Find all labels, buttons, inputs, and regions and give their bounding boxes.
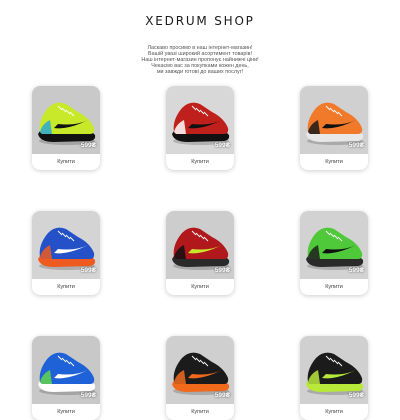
buy-button[interactable]: Купити (32, 154, 100, 170)
shop-header: XEDRUM SHOP Ласкаво просимо в наш інтерн… (0, 10, 400, 75)
product-price: 599₴ (214, 392, 230, 399)
product-price: 599₴ (348, 142, 364, 149)
product-card[interactable]: 599₴ Купити (166, 86, 234, 170)
shop-title: XEDRUM SHOP (145, 14, 255, 28)
product-price: 599₴ (80, 142, 96, 149)
product-card[interactable]: 599₴ Купити (32, 211, 100, 295)
product-price: 599₴ (348, 392, 364, 399)
product-card[interactable]: 599₴ Купити (166, 336, 234, 420)
buy-button[interactable]: Купити (166, 279, 234, 295)
buy-button[interactable]: Купити (300, 279, 368, 295)
product-card[interactable]: 599₴ Купити (300, 336, 368, 420)
product-card[interactable]: 599₴ Купити (32, 336, 100, 420)
product-card[interactable]: 599₴ Купити (300, 86, 368, 170)
product-price: 599₴ (80, 392, 96, 399)
buy-button[interactable]: Купити (32, 279, 100, 295)
product-card[interactable]: 599₴ Купити (32, 86, 100, 170)
intro-line: ми завжди готові до ваших послуг! (156, 69, 244, 75)
buy-button[interactable]: Купити (166, 404, 234, 420)
product-price: 599₴ (348, 267, 364, 274)
buy-button[interactable]: Купити (32, 404, 100, 420)
product-price: 599₴ (214, 142, 230, 149)
product-card[interactable]: 599₴ Купити (166, 211, 234, 295)
buy-button[interactable]: Купити (300, 154, 368, 170)
product-card[interactable]: 599₴ Купити (300, 211, 368, 295)
buy-button[interactable]: Купити (300, 404, 368, 420)
buy-button[interactable]: Купити (166, 154, 234, 170)
product-price: 599₴ (214, 267, 230, 274)
shop-intro: Ласкаво просимо в наш інтернет-магазин! … (0, 45, 400, 75)
product-price: 599₴ (80, 267, 96, 274)
